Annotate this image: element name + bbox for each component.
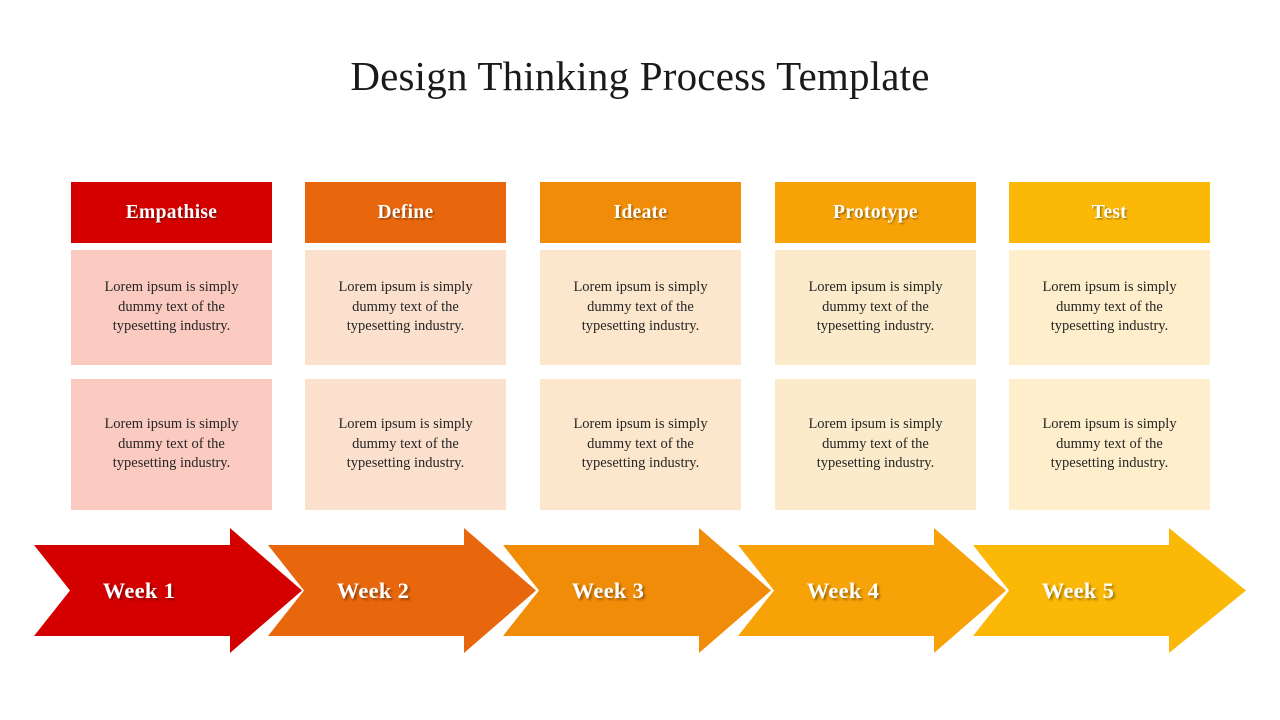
stage-body-text: Lorem ipsum is simply dummy text of the … xyxy=(338,279,473,335)
stage-body-text: Lorem ipsum is simply dummy text of the … xyxy=(1042,416,1177,472)
stage-column-ideate[interactable]: Ideate Lorem ipsum is simply dummy text … xyxy=(540,182,741,510)
stage-body-text: Lorem ipsum is simply dummy text of the … xyxy=(573,416,708,472)
stage-header-prototype[interactable]: Prototype xyxy=(775,182,976,243)
arrow-polygon xyxy=(503,528,771,653)
stage-body-test-2[interactable]: Lorem ipsum is simply dummy text of the … xyxy=(1009,379,1210,510)
stage-body-text: Lorem ipsum is simply dummy text of the … xyxy=(808,279,943,335)
stage-body-empathise-1[interactable]: Lorem ipsum is simply dummy text of the … xyxy=(71,250,272,365)
stage-header-label: Define xyxy=(377,201,434,223)
arrow-polygon xyxy=(973,528,1246,653)
stage-header-empathise[interactable]: Empathise xyxy=(71,182,272,243)
stage-header-label: Ideate xyxy=(613,201,668,223)
slide-canvas: Design Thinking Process Template Empathi… xyxy=(0,0,1280,720)
stage-header-ideate[interactable]: Ideate xyxy=(540,182,741,243)
stage-header-label: Test xyxy=(1091,201,1128,223)
timeline-arrow-week-4[interactable]: Week 4 xyxy=(738,528,1006,653)
stage-body-text: Lorem ipsum is simply dummy text of the … xyxy=(808,416,943,472)
stage-column-prototype[interactable]: Prototype Lorem ipsum is simply dummy te… xyxy=(775,182,976,510)
stage-body-text: Lorem ipsum is simply dummy text of the … xyxy=(104,279,239,335)
stage-body-ideate-2[interactable]: Lorem ipsum is simply dummy text of the … xyxy=(540,379,741,510)
stage-body-text: Lorem ipsum is simply dummy text of the … xyxy=(104,416,239,472)
timeline-arrow-week-3[interactable]: Week 3 xyxy=(503,528,771,653)
timeline-arrow-shape xyxy=(738,528,1006,653)
stage-body-test-1[interactable]: Lorem ipsum is simply dummy text of the … xyxy=(1009,250,1210,365)
timeline-arrow-shape xyxy=(34,528,302,653)
arrow-polygon xyxy=(268,528,536,653)
stage-header-test[interactable]: Test xyxy=(1009,182,1210,243)
timeline-arrow-shape xyxy=(503,528,771,653)
timeline-arrow-shape xyxy=(973,528,1246,653)
timeline-arrow-shape xyxy=(268,528,536,653)
arrow-polygon xyxy=(738,528,1006,653)
timeline-arrow-week-1[interactable]: Week 1 xyxy=(34,528,302,653)
timeline-arrow-week-5[interactable]: Week 5 xyxy=(973,528,1246,653)
stage-header-label: Empathise xyxy=(125,201,218,223)
stage-body-prototype-2[interactable]: Lorem ipsum is simply dummy text of the … xyxy=(775,379,976,510)
page-title: Design Thinking Process Template xyxy=(350,53,930,99)
stage-body-prototype-1[interactable]: Lorem ipsum is simply dummy text of the … xyxy=(775,250,976,365)
stage-body-empathise-2[interactable]: Lorem ipsum is simply dummy text of the … xyxy=(71,379,272,510)
stage-column-test[interactable]: Test Lorem ipsum is simply dummy text of… xyxy=(1009,182,1210,510)
stage-column-empathise[interactable]: Empathise Lorem ipsum is simply dummy te… xyxy=(71,182,272,510)
timeline-arrow-row: Week 1 Week 2 Week 3 Week 4 Week 5 xyxy=(0,528,1280,653)
stage-column-define[interactable]: Define Lorem ipsum is simply dummy text … xyxy=(305,182,506,510)
stage-body-text: Lorem ipsum is simply dummy text of the … xyxy=(338,416,473,472)
timeline-arrow-week-2[interactable]: Week 2 xyxy=(268,528,536,653)
stage-body-text: Lorem ipsum is simply dummy text of the … xyxy=(573,279,708,335)
stage-header-define[interactable]: Define xyxy=(305,182,506,243)
stage-body-text: Lorem ipsum is simply dummy text of the … xyxy=(1042,279,1177,335)
arrow-polygon xyxy=(34,528,302,653)
stage-body-define-1[interactable]: Lorem ipsum is simply dummy text of the … xyxy=(305,250,506,365)
stage-header-label: Prototype xyxy=(833,201,918,223)
stage-body-ideate-1[interactable]: Lorem ipsum is simply dummy text of the … xyxy=(540,250,741,365)
stage-body-define-2[interactable]: Lorem ipsum is simply dummy text of the … xyxy=(305,379,506,510)
process-stage-columns: Empathise Lorem ipsum is simply dummy te… xyxy=(71,182,1210,517)
